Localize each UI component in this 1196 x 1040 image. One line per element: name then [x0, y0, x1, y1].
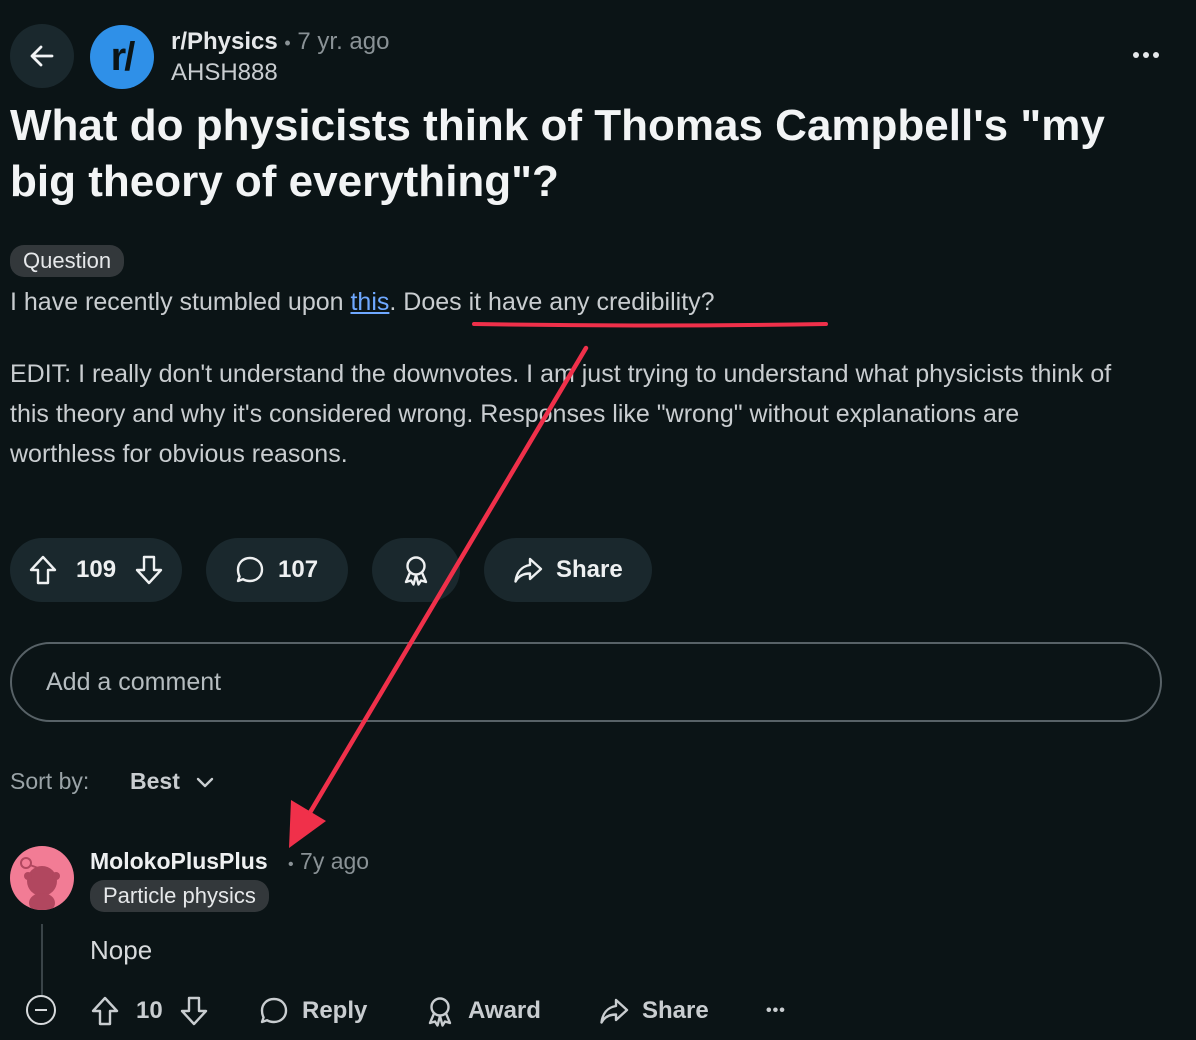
comment-share-label: Share	[642, 997, 709, 1024]
comment-award-button[interactable]: Award	[424, 990, 541, 1032]
post-age: 7 yr. ago	[297, 28, 390, 55]
post-body-question: Does it have any credibility?	[403, 288, 715, 316]
subreddit-avatar[interactable]: r/	[90, 25, 154, 89]
upvote-icon[interactable]	[28, 554, 58, 586]
thread-line[interactable]	[41, 924, 43, 996]
comment-share-icon	[600, 998, 629, 1024]
add-comment-placeholder: Add a comment	[46, 667, 222, 696]
annotation-underline	[472, 322, 828, 328]
more-options-icon[interactable]	[1133, 48, 1163, 62]
award-button[interactable]	[372, 538, 460, 602]
post-author[interactable]: AHSH888	[171, 59, 278, 87]
minus-icon	[35, 1009, 47, 1011]
arrow-left-icon	[30, 45, 54, 67]
comment-meta-separator: •	[288, 856, 294, 873]
meta-separator: •	[284, 33, 291, 53]
subreddit-name[interactable]: r/Physics	[171, 28, 278, 55]
comment-downvote-icon[interactable]	[179, 995, 209, 1027]
post-flair[interactable]: Question	[10, 245, 125, 277]
comment-count: 107	[278, 556, 319, 583]
comments-button[interactable]: 107	[206, 538, 348, 602]
award-label: Award	[468, 997, 541, 1024]
chevron-down-icon	[197, 777, 214, 788]
subreddit-avatar-text: r/	[110, 34, 136, 79]
collapse-thread-button[interactable]	[26, 995, 56, 1025]
post-body-intro: I have recently stumbled upon	[10, 288, 351, 316]
reply-label: Reply	[302, 997, 368, 1024]
award-icon	[404, 556, 428, 586]
comment-age: 7y ago	[300, 848, 370, 874]
post-edit: EDIT: I really don't understand the down…	[10, 360, 1112, 468]
comment-more-button[interactable]: •••	[766, 990, 786, 1032]
vote-bar: 109	[10, 538, 182, 602]
annotation-arrow-head	[289, 800, 326, 848]
comment-flair: Particle physics	[90, 880, 269, 912]
comment-award-icon	[428, 997, 452, 1027]
post-title: What do physicists think of Thomas Campb…	[10, 101, 1105, 206]
comment-text: Nope	[90, 935, 153, 965]
share-icon	[514, 557, 543, 583]
sort-value: Best	[130, 768, 180, 794]
comment-meta: MolokoPlusPlus • 7y ago	[90, 846, 369, 880]
reply-button[interactable]: Reply	[258, 990, 367, 1032]
reply-bubble-icon	[260, 997, 288, 1024]
comment-vote-count: 10	[136, 997, 163, 1024]
comment-more-icon: •••	[766, 1002, 786, 1019]
add-comment-input[interactable]: Add a comment	[10, 642, 1162, 722]
post-meta: r/Physics • 7 yr. ago	[171, 27, 389, 58]
comment-vote-bar: 10	[90, 990, 209, 1032]
share-label: Share	[556, 556, 623, 583]
commenter-avatar[interactable]	[10, 846, 74, 910]
back-button[interactable]	[10, 24, 74, 88]
sort-label: Sort by:	[10, 768, 90, 794]
sort-dropdown[interactable]: Best	[130, 768, 216, 795]
post-body: I have recently stumbled upon this. Does…	[10, 282, 715, 322]
post-body-link[interactable]: this	[350, 288, 389, 316]
comment-upvote-icon[interactable]	[90, 995, 120, 1027]
post-body-mid: .	[389, 288, 404, 316]
comment-share-button[interactable]: Share	[598, 990, 709, 1032]
share-button[interactable]: Share	[484, 538, 652, 602]
snoo-avatar-icon	[20, 857, 60, 910]
vote-count: 109	[76, 556, 117, 583]
comment-bubble-icon	[236, 556, 264, 583]
comment-author[interactable]: MolokoPlusPlus	[90, 848, 268, 874]
downvote-icon[interactable]	[134, 554, 164, 586]
